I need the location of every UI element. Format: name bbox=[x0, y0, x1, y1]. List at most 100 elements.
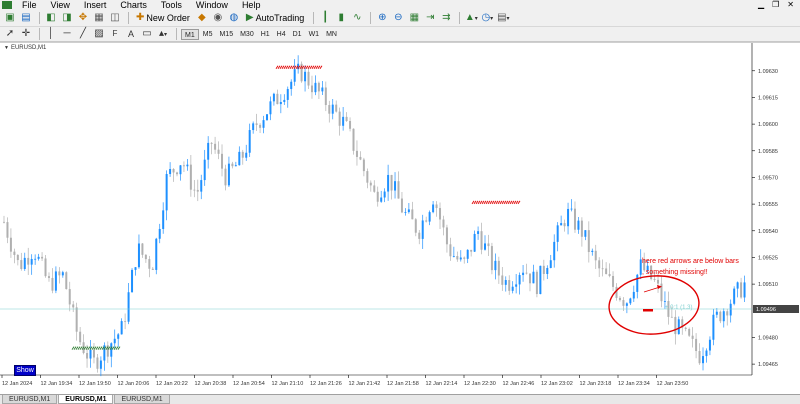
signals-button[interactable]: ◉ bbox=[211, 12, 225, 25]
candle-body bbox=[553, 241, 556, 261]
chart-tab-1[interactable]: EURUSD,M1 bbox=[2, 395, 58, 404]
tf-m30[interactable]: M30 bbox=[237, 29, 257, 40]
time-tick-label: 12 Jan 22:30 bbox=[464, 381, 496, 387]
red-arrow-marker bbox=[643, 309, 653, 312]
crosshair-tool[interactable]: ✛ bbox=[19, 28, 33, 41]
candle-body bbox=[722, 311, 725, 322]
hatch-stroke bbox=[493, 200, 497, 205]
menu-charts[interactable]: Charts bbox=[114, 0, 155, 10]
hatch-stroke bbox=[481, 200, 485, 205]
candle-body bbox=[179, 165, 182, 175]
menu-file[interactable]: File bbox=[16, 0, 45, 10]
new-order-button[interactable]: ✚ New Order bbox=[133, 12, 193, 25]
candle-body bbox=[567, 208, 570, 227]
candle-body bbox=[196, 189, 199, 192]
tile-windows-button[interactable]: ▦ bbox=[407, 12, 421, 25]
indicators-button[interactable]: ▲ ▾ bbox=[464, 12, 478, 25]
hatch-stroke bbox=[483, 200, 487, 205]
market-watch-button[interactable]: ◧ bbox=[44, 12, 58, 25]
candle-body bbox=[397, 181, 400, 199]
market-button[interactable]: ◍ bbox=[227, 12, 241, 25]
horizontal-line-tool[interactable]: ─ bbox=[60, 28, 74, 41]
candlestick-button[interactable]: ▮ bbox=[334, 12, 348, 25]
menu-window[interactable]: Window bbox=[190, 0, 236, 10]
time-tick-label: 12 Jan 23:50 bbox=[657, 381, 689, 387]
text-tool[interactable]: A bbox=[124, 28, 138, 41]
candle-body bbox=[155, 238, 158, 270]
hatch-stroke bbox=[507, 200, 511, 205]
candle-body bbox=[203, 159, 206, 181]
tf-m1[interactable]: M1 bbox=[181, 28, 199, 40]
bar-chart-button[interactable]: ┃ bbox=[318, 12, 332, 25]
strategy-tester-icon: ◫ bbox=[110, 12, 120, 23]
navigator-button[interactable]: ✥ bbox=[76, 12, 90, 25]
equidistant-channel-tool[interactable]: ▨ bbox=[92, 28, 106, 41]
chart-tab-2[interactable]: EURUSD,M1 bbox=[58, 395, 114, 404]
chart-shift-button[interactable]: ⇥ bbox=[423, 12, 437, 25]
menu-insert[interactable]: Insert bbox=[78, 0, 115, 10]
candle-body bbox=[207, 142, 210, 160]
menu-view[interactable]: View bbox=[45, 0, 78, 10]
tf-m5[interactable]: M5 bbox=[200, 29, 216, 40]
candle-body bbox=[324, 87, 327, 106]
candle-body bbox=[577, 220, 580, 230]
tf-w1[interactable]: W1 bbox=[306, 29, 323, 40]
vertical-line-tool[interactable]: │ bbox=[44, 28, 58, 41]
price-chart[interactable]: 1.09630 1.09615 1.09600 1.09585 1.09570 1.095… bbox=[0, 43, 800, 395]
candle-body bbox=[373, 185, 376, 192]
candle-body bbox=[484, 243, 487, 250]
zoom-in-button[interactable]: ⊕ bbox=[375, 12, 389, 25]
fibonacci-tool[interactable]: F bbox=[108, 28, 122, 41]
profiles-icon: ▤ bbox=[21, 12, 31, 23]
hatch-stroke bbox=[473, 200, 477, 205]
hatch-stroke bbox=[275, 65, 279, 69]
hatch-stroke bbox=[313, 65, 317, 69]
trendline-tool[interactable]: ╱ bbox=[76, 28, 90, 41]
show-button[interactable]: Show bbox=[14, 365, 36, 376]
minimize-icon[interactable]: ▁ bbox=[758, 0, 764, 10]
line-chart-button[interactable]: ∿ bbox=[350, 12, 364, 25]
candle-body bbox=[293, 69, 296, 82]
candle-body bbox=[117, 334, 120, 339]
terminal-button[interactable]: ▦ bbox=[92, 12, 106, 25]
arrows-tool[interactable]: ▴ ▾ bbox=[156, 28, 170, 41]
candle-body bbox=[352, 128, 355, 151]
menu-tools[interactable]: Tools bbox=[155, 0, 190, 10]
candle-body bbox=[535, 271, 538, 295]
close-icon[interactable]: ✕ bbox=[787, 0, 794, 10]
price-tick-label: 1.09510 bbox=[758, 282, 778, 288]
tf-d1[interactable]: D1 bbox=[290, 29, 305, 40]
metaeditor-button[interactable]: ◆ bbox=[195, 12, 209, 25]
candle-body bbox=[501, 275, 504, 285]
new-chart-button[interactable]: ▣ bbox=[3, 12, 17, 25]
candle-body bbox=[252, 123, 255, 131]
chart-tab-3[interactable]: EURUSD,M1 bbox=[114, 395, 170, 404]
restore-icon[interactable]: ❐ bbox=[772, 0, 779, 10]
time-tick-label: 12 Jan 23:18 bbox=[580, 381, 612, 387]
strategy-tester-button[interactable]: ◫ bbox=[108, 12, 122, 25]
tf-mn[interactable]: MN bbox=[323, 29, 340, 40]
candle-body bbox=[113, 338, 116, 344]
autoscroll-button[interactable]: ⇉ bbox=[439, 12, 453, 25]
candle-body bbox=[16, 254, 19, 261]
candle-body bbox=[411, 209, 414, 220]
label-tool[interactable]: ▭ bbox=[140, 28, 154, 41]
zoom-out-button[interactable]: ⊖ bbox=[391, 12, 405, 25]
candle-body bbox=[248, 130, 251, 153]
cursor-tool[interactable]: ➚ bbox=[3, 28, 17, 41]
candle-body bbox=[515, 284, 518, 287]
tf-m15[interactable]: M15 bbox=[216, 29, 236, 40]
hatch-stroke bbox=[277, 65, 281, 69]
menu-help[interactable]: Help bbox=[236, 0, 269, 10]
candle-body bbox=[473, 233, 476, 252]
tf-h4[interactable]: H4 bbox=[274, 29, 289, 40]
tf-h1[interactable]: H1 bbox=[258, 29, 273, 40]
candle-body bbox=[560, 223, 563, 226]
profiles-button[interactable]: ▤ bbox=[19, 12, 33, 25]
auto-trading-button[interactable]: ▶ AutoTrading bbox=[243, 12, 307, 25]
data-window-button[interactable]: ◨ bbox=[60, 12, 74, 25]
chart-window[interactable]: 1.09630 1.09615 1.09600 1.09585 1.09570 1.095… bbox=[0, 42, 800, 394]
candle-body bbox=[383, 191, 386, 198]
templates-button[interactable]: ▤ ▾ bbox=[496, 12, 510, 25]
periods-button[interactable]: ◷ ▾ bbox=[480, 12, 494, 25]
